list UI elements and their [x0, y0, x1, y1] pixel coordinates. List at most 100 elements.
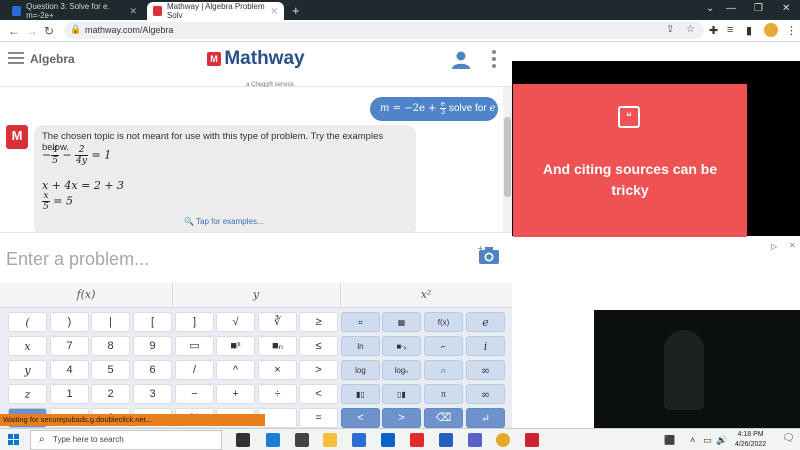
- key-col-right[interactable]: ▯▮: [382, 384, 421, 404]
- acrobat-icon[interactable]: [525, 433, 539, 447]
- more-options-icon[interactable]: [492, 50, 496, 71]
- key-right-arrow[interactable]: >: [382, 408, 421, 428]
- key-intersect[interactable]: ∩: [424, 360, 463, 380]
- camera-app-icon[interactable]: [295, 433, 309, 447]
- url-bar[interactable]: 🔒 mathway.com/Algebra ⇪ ☆: [64, 22, 704, 39]
- back-icon[interactable]: ←: [8, 24, 20, 38]
- ad-close-icon[interactable]: ✕: [789, 241, 796, 250]
- side-panel-icon[interactable]: ▮: [746, 24, 752, 37]
- key-gte[interactable]: ≥: [299, 312, 338, 332]
- key-z[interactable]: z: [8, 384, 47, 404]
- key-col-left[interactable]: ▮▯: [341, 384, 380, 404]
- key-subscript[interactable]: ■ₙ: [258, 336, 297, 356]
- user-account-icon[interactable]: [451, 50, 471, 70]
- close-window-button[interactable]: ✕: [782, 3, 790, 14]
- key-infinity[interactable]: ∞: [466, 360, 505, 380]
- key-caret[interactable]: ^: [216, 360, 255, 380]
- extensions-icon[interactable]: ✚: [709, 24, 718, 37]
- reload-icon[interactable]: ↻: [44, 24, 54, 38]
- chrome-icon[interactable]: [496, 433, 510, 447]
- problem-input[interactable]: [6, 246, 466, 272]
- key-enter[interactable]: ↵: [466, 408, 505, 428]
- example-1[interactable]: −4 5 − 2 4y = 1: [42, 145, 111, 166]
- close-tab-icon[interactable]: ✕: [129, 6, 137, 17]
- store-icon[interactable]: [352, 433, 366, 447]
- speaker-icon[interactable]: 🔊: [716, 435, 727, 446]
- key-abs[interactable]: |: [91, 312, 130, 332]
- key-equals[interactable]: =: [299, 408, 338, 428]
- key-matrix[interactable]: ⌗: [341, 312, 380, 332]
- adchoices-icon[interactable]: ▷: [771, 242, 777, 251]
- key-power[interactable]: ■ˣ: [216, 336, 255, 356]
- key-left-arrow[interactable]: <: [341, 408, 380, 428]
- teams-icon[interactable]: [468, 433, 482, 447]
- key-sqrt[interactable]: √: [216, 312, 255, 332]
- key-5[interactable]: 5: [91, 360, 130, 380]
- key-plus[interactable]: +: [216, 384, 255, 404]
- video-player[interactable]: [594, 310, 800, 430]
- word-icon[interactable]: [439, 433, 453, 447]
- ad-headline[interactable]: And citing sources can be tricky: [533, 159, 727, 201]
- edge-icon[interactable]: [266, 433, 280, 447]
- key-divide[interactable]: /: [175, 360, 214, 380]
- key-grid[interactable]: ▦: [382, 312, 421, 332]
- minimize-button[interactable]: —: [726, 3, 736, 14]
- key-4[interactable]: 4: [50, 360, 89, 380]
- tab-search-icon[interactable]: ⌄: [706, 3, 714, 14]
- browser-menu-icon[interactable]: ⋮: [786, 24, 797, 37]
- key-lte[interactable]: ≤: [299, 336, 338, 356]
- tab-mathway[interactable]: Mathway | Algebra Problem Solv ✕: [147, 2, 284, 20]
- battery-icon[interactable]: ▭: [703, 435, 712, 446]
- lock-icon[interactable]: 🔒: [70, 24, 81, 35]
- forward-icon[interactable]: →: [26, 24, 38, 38]
- key-pi[interactable]: π: [424, 384, 463, 404]
- key-minus[interactable]: −: [175, 384, 214, 404]
- app-title[interactable]: Algebra: [30, 52, 75, 66]
- people-tray-icon[interactable]: ⬛: [664, 435, 675, 446]
- key-division[interactable]: ÷: [258, 384, 297, 404]
- bookmark-star-icon[interactable]: ☆: [686, 24, 695, 35]
- key-times[interactable]: ×: [258, 360, 297, 380]
- key-fraction[interactable]: ▭: [175, 336, 214, 356]
- tab-question-3[interactable]: Question 3: Solve for e. m=-2e+ ✕: [6, 2, 143, 20]
- keypad-tab-functions[interactable]: f(x): [0, 282, 172, 308]
- key-8[interactable]: 8: [91, 336, 130, 356]
- show-hidden-icons[interactable]: ˄: [690, 435, 695, 445]
- profile-avatar[interactable]: [764, 23, 778, 37]
- user-query-bubble[interactable]: m = −2e + e3 solve for e: [370, 97, 498, 121]
- key-ln[interactable]: ln: [341, 336, 380, 356]
- office-icon[interactable]: [410, 433, 424, 447]
- key-i[interactable]: i: [466, 336, 505, 356]
- keypad-tab-variables[interactable]: y: [172, 282, 340, 308]
- file-explorer-icon[interactable]: [323, 433, 337, 447]
- close-tab-icon[interactable]: ✕: [270, 6, 278, 17]
- key-backspace[interactable]: ⌫: [424, 408, 463, 428]
- key-cbrt[interactable]: ∛: [258, 312, 297, 332]
- key-bracket-open[interactable]: [: [133, 312, 172, 332]
- hamburger-menu-icon[interactable]: [8, 52, 24, 64]
- reading-list-icon[interactable]: ≡: [727, 24, 733, 36]
- key-1[interactable]: 1: [50, 384, 89, 404]
- key-bracket-close[interactable]: ]: [175, 312, 214, 332]
- chat-scrollbar[interactable]: [503, 87, 512, 232]
- taskbar-search-box[interactable]: ⌕ Type here to search: [30, 430, 222, 450]
- key-2[interactable]: 2: [91, 384, 130, 404]
- example-3[interactable]: x5 = 5: [42, 191, 73, 212]
- key-3[interactable]: 3: [133, 384, 172, 404]
- key-lt[interactable]: <: [299, 384, 338, 404]
- key-e[interactable]: e: [466, 312, 505, 332]
- key-y[interactable]: y: [8, 360, 47, 380]
- key-9[interactable]: 9: [133, 336, 172, 356]
- notifications-icon[interactable]: 🗨: [782, 433, 795, 444]
- task-view-icon[interactable]: [236, 433, 250, 447]
- citation-ad[interactable]: “ And citing sources can be tricky: [513, 84, 747, 237]
- key-paren-close[interactable]: ): [50, 312, 89, 332]
- camera-icon[interactable]: +: [477, 244, 501, 266]
- key-paren-open[interactable]: (: [8, 312, 47, 332]
- key-7[interactable]: 7: [50, 336, 89, 356]
- taskbar-clock[interactable]: 4:18 PM 4/26/2022: [735, 430, 766, 450]
- key-6[interactable]: 6: [133, 360, 172, 380]
- key-func[interactable]: f(x): [424, 312, 463, 332]
- share-icon[interactable]: ⇪: [666, 24, 674, 35]
- key-gt[interactable]: >: [299, 360, 338, 380]
